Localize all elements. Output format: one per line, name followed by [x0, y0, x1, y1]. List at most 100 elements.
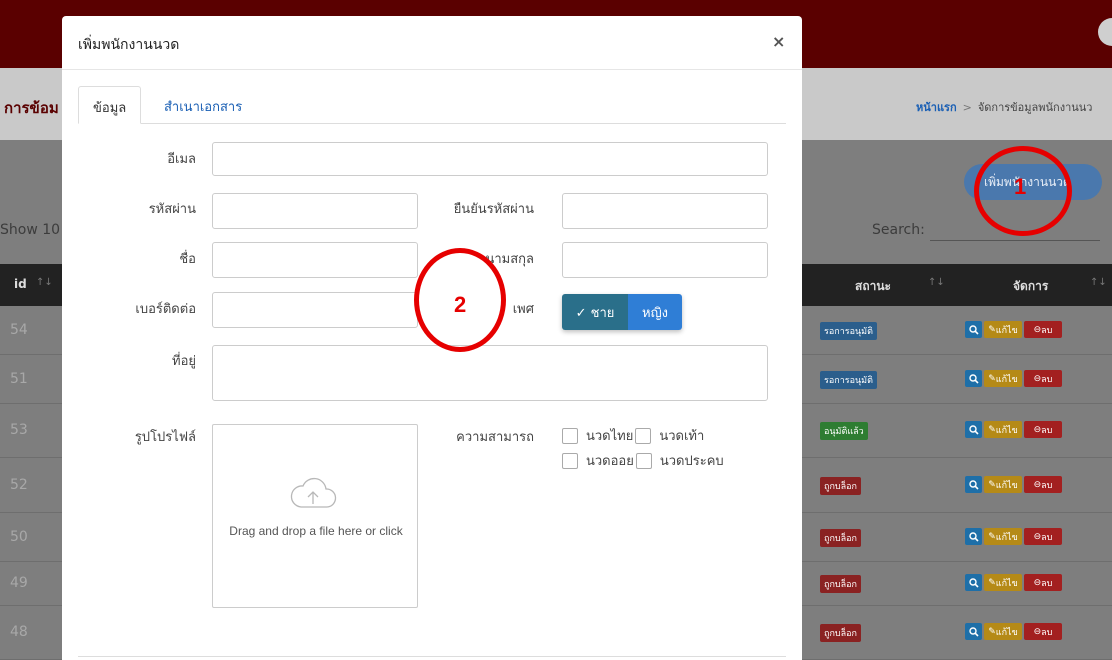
- gender-female-button[interactable]: หญิง: [628, 294, 682, 330]
- delete-label: ลบ: [1041, 578, 1053, 589]
- skill-foot-checkbox[interactable]: [635, 427, 652, 444]
- gender-male-button[interactable]: ✓ ชาย: [562, 294, 628, 330]
- row-actions: ✎ แก้ไข ⊖ ลบ: [965, 321, 1062, 338]
- minus-circle-icon: ⊖: [1033, 424, 1042, 435]
- edit-button[interactable]: ✎ แก้ไข: [984, 623, 1022, 640]
- annotation-number-2: 2: [454, 292, 467, 317]
- sort-icon[interactable]: ↑↓: [36, 277, 53, 288]
- delete-button[interactable]: ⊖ ลบ: [1024, 370, 1062, 387]
- minus-circle-icon: ⊖: [1033, 373, 1042, 384]
- pencil-icon: ✎: [988, 577, 996, 588]
- delete-button[interactable]: ⊖ ลบ: [1024, 574, 1062, 591]
- view-button[interactable]: [965, 623, 982, 640]
- row-id: 54: [10, 322, 28, 338]
- row-actions: ✎ แก้ไข ⊖ ลบ: [965, 476, 1062, 493]
- skill-thai-checkbox[interactable]: [562, 427, 578, 444]
- modal-footer-divider: [78, 656, 786, 657]
- first-name-field[interactable]: [212, 242, 418, 278]
- view-button[interactable]: [965, 370, 982, 387]
- page-title: การข้อม: [4, 99, 59, 117]
- profile-dropzone[interactable]: Drag and drop a file here or click: [212, 424, 418, 608]
- row-id: 49: [10, 575, 28, 591]
- confirm-password-field[interactable]: [562, 193, 768, 229]
- sort-icon[interactable]: ↑↓: [1090, 277, 1107, 288]
- row-actions: ✎ แก้ไข ⊖ ลบ: [965, 623, 1062, 640]
- gender-toggle[interactable]: ✓ ชาย หญิง: [562, 294, 682, 330]
- delete-button[interactable]: ⊖ ลบ: [1024, 623, 1062, 640]
- tab-documents[interactable]: สำเนาเอกสาร: [150, 86, 256, 124]
- phone-field[interactable]: [212, 292, 418, 328]
- delete-button[interactable]: ⊖ ลบ: [1024, 476, 1062, 493]
- minus-circle-icon: ⊖: [1033, 626, 1042, 637]
- view-button[interactable]: [965, 574, 982, 591]
- column-status[interactable]: สถานะ: [855, 277, 891, 296]
- email-label: อีเมล: [167, 152, 196, 167]
- close-icon[interactable]: ×: [772, 32, 785, 51]
- confirm-password-label: ยืนยันรหัสผ่าน: [453, 202, 534, 217]
- search-label: Search:: [872, 222, 925, 238]
- cloud-upload-icon: [290, 477, 337, 508]
- annotation-number-1: 1: [1014, 174, 1027, 199]
- minus-circle-icon: ⊖: [1033, 577, 1042, 588]
- tab-info[interactable]: ข้อมูล: [78, 86, 142, 124]
- magnifier-icon: [968, 531, 979, 542]
- pencil-icon: ✎: [988, 626, 996, 637]
- status-badge: รอการอนุมัติ: [820, 371, 877, 389]
- skill-oil-checkbox[interactable]: [562, 452, 578, 469]
- skill-oil-label: นวดออย: [586, 454, 634, 469]
- status-badge: อนุมัติแล้ว: [820, 422, 868, 440]
- address-label: ที่อยู่: [172, 354, 196, 369]
- column-id[interactable]: id: [14, 277, 27, 291]
- edit-label: แก้ไข: [995, 374, 1018, 385]
- skill-row-2: นวดออย นวดประคบ: [562, 450, 724, 471]
- avatar[interactable]: [1098, 18, 1112, 46]
- row-id: 50: [10, 529, 28, 545]
- edit-button[interactable]: ✎ แก้ไข: [984, 574, 1022, 591]
- skills-label: ความสามารถ: [456, 430, 534, 445]
- phone-label: เบอร์ติดต่อ: [135, 302, 196, 317]
- last-name-field[interactable]: [562, 242, 768, 278]
- breadcrumb-home[interactable]: หน้าแรก: [916, 101, 957, 114]
- edit-button[interactable]: ✎ แก้ไข: [984, 476, 1022, 493]
- edit-label: แก้ไข: [995, 480, 1018, 491]
- row-id: 53: [10, 422, 28, 438]
- pencil-icon: ✎: [988, 479, 996, 490]
- delete-button[interactable]: ⊖ ลบ: [1024, 421, 1062, 438]
- status-badge: ถูกบล็อก: [820, 529, 861, 547]
- view-button[interactable]: [965, 476, 982, 493]
- row-id: 51: [10, 371, 28, 387]
- password-field[interactable]: [212, 193, 418, 229]
- gender-label: เพศ: [512, 302, 534, 317]
- pencil-icon: ✎: [988, 531, 996, 542]
- edit-button[interactable]: ✎ แก้ไข: [984, 321, 1022, 338]
- delete-label: ลบ: [1041, 374, 1053, 385]
- edit-button[interactable]: ✎ แก้ไข: [984, 528, 1022, 545]
- delete-button[interactable]: ⊖ ลบ: [1024, 528, 1062, 545]
- pencil-icon: ✎: [988, 424, 996, 435]
- view-button[interactable]: [965, 528, 982, 545]
- address-field[interactable]: [212, 345, 768, 401]
- edit-label: แก้ไข: [995, 325, 1018, 336]
- profile-picture-label: รูปโปรไฟล์: [134, 430, 196, 445]
- row-id: 52: [10, 477, 28, 493]
- minus-circle-icon: ⊖: [1033, 324, 1042, 335]
- edit-button[interactable]: ✎ แก้ไข: [984, 370, 1022, 387]
- delete-label: ลบ: [1041, 480, 1053, 491]
- search-input[interactable]: [930, 240, 1100, 241]
- sort-icon[interactable]: ↑↓: [928, 277, 945, 288]
- column-manage[interactable]: จัดการ: [1013, 277, 1048, 296]
- row-id: 48: [10, 624, 28, 640]
- edit-label: แก้ไข: [995, 425, 1018, 436]
- view-button[interactable]: [965, 421, 982, 438]
- edit-label: แก้ไข: [995, 532, 1018, 543]
- skill-compress-checkbox[interactable]: [635, 452, 652, 469]
- email-field[interactable]: [212, 142, 768, 176]
- magnifier-icon: [968, 424, 979, 435]
- edit-button[interactable]: ✎ แก้ไข: [984, 421, 1022, 438]
- row-actions: ✎ แก้ไข ⊖ ลบ: [965, 370, 1062, 387]
- minus-circle-icon: ⊖: [1033, 531, 1042, 542]
- dropzone-message: Drag and drop a file here or click: [229, 524, 403, 538]
- skill-row-1: นวดไทย นวดเท้า: [562, 425, 704, 446]
- view-button[interactable]: [965, 321, 982, 338]
- delete-button[interactable]: ⊖ ลบ: [1024, 321, 1062, 338]
